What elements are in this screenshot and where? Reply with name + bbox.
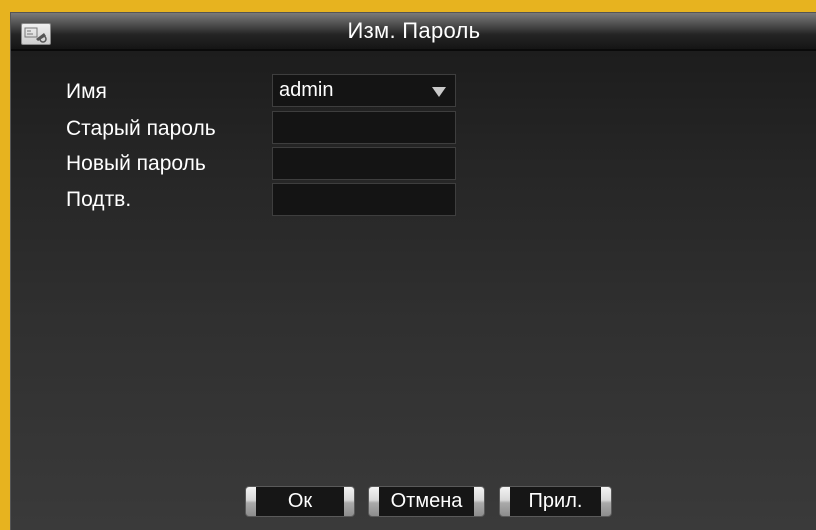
chevron-down-icon[interactable] [432, 87, 446, 97]
yellow-frame: Изм. Пароль Имя admin Старый пароль Новы… [0, 0, 816, 530]
apply-button-label: Прил. [510, 487, 601, 516]
confirm-password-field[interactable] [272, 183, 456, 216]
old-password-label: Старый пароль [66, 117, 216, 140]
new-password-label: Новый пароль [66, 152, 206, 175]
user-name-value: admin [279, 79, 334, 101]
confirm-password-input[interactable] [279, 184, 455, 215]
new-password-input[interactable] [279, 148, 455, 179]
apply-button[interactable]: Прил. [499, 486, 612, 517]
dialog-title: Изм. Пароль [347, 18, 481, 43]
new-password-field[interactable] [272, 147, 456, 180]
old-password-input[interactable] [279, 112, 455, 143]
title-bar: Изм. Пароль [11, 13, 816, 51]
cancel-button[interactable]: Отмена [368, 486, 485, 517]
confirm-label: Подтв. [66, 188, 132, 211]
ok-button[interactable]: Ок [245, 486, 355, 517]
name-label: Имя [66, 80, 107, 103]
user-name-select[interactable]: admin [272, 74, 456, 107]
cancel-button-label: Отмена [379, 487, 474, 516]
change-password-dialog: Изм. Пароль Имя admin Старый пароль Новы… [10, 12, 816, 530]
ok-button-label: Ок [256, 487, 344, 516]
old-password-field[interactable] [272, 111, 456, 144]
